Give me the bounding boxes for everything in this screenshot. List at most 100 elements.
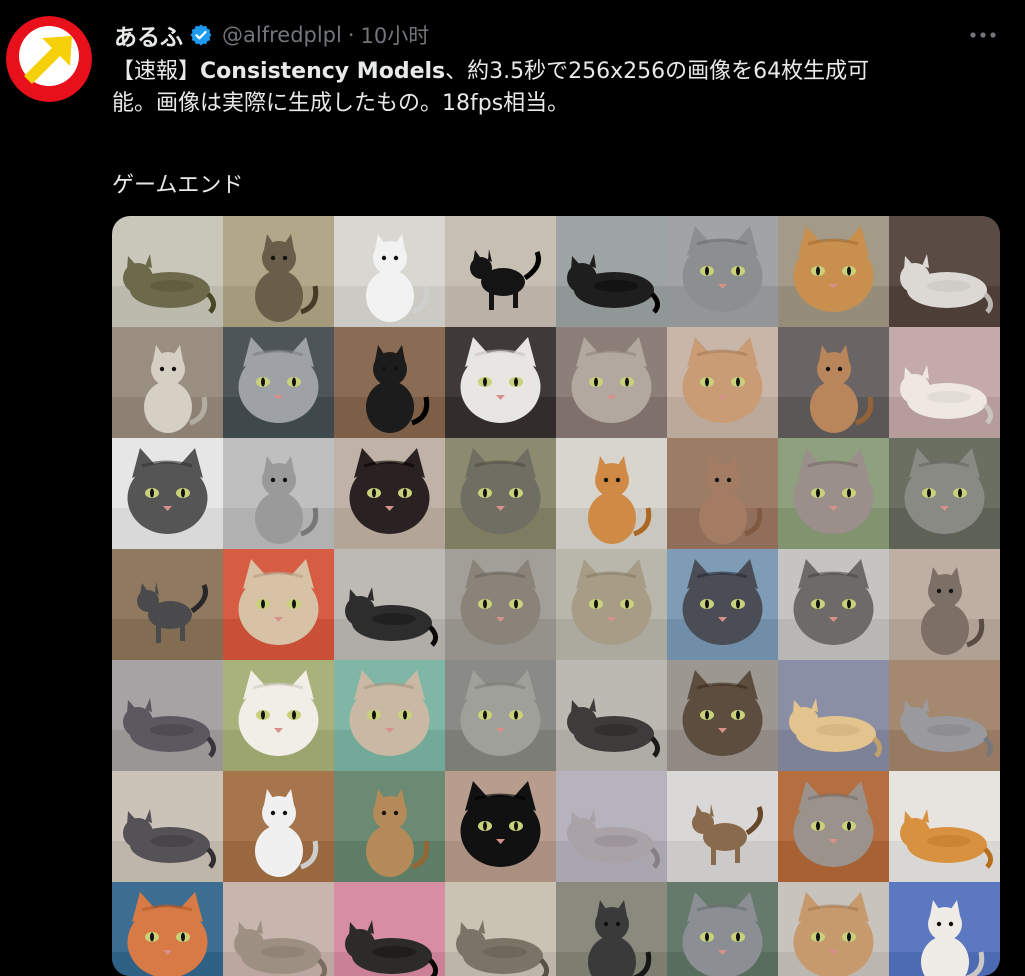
image-tile — [334, 549, 445, 660]
tweet-header: あるふ @alfredplpl · 10小时 — [114, 18, 429, 52]
cat-photo-icon — [112, 882, 223, 976]
cat-photo-icon — [889, 216, 1000, 327]
cat-photo-icon — [667, 771, 778, 882]
cat-photo-icon — [112, 438, 223, 549]
image-tile — [556, 660, 667, 771]
image-tile — [556, 438, 667, 549]
image-tile — [667, 549, 778, 660]
cat-photo-icon — [556, 216, 667, 327]
image-tile — [889, 660, 1000, 771]
image-tile — [334, 882, 445, 976]
image-tile — [778, 771, 889, 882]
image-tile — [112, 549, 223, 660]
image-tile — [889, 216, 1000, 327]
image-tile — [667, 771, 778, 882]
image-tile — [445, 771, 556, 882]
avatar[interactable] — [6, 16, 92, 102]
media-image[interactable] — [112, 216, 1000, 976]
cat-photo-icon — [556, 327, 667, 438]
image-tile — [556, 771, 667, 882]
display-name[interactable]: あるふ — [114, 18, 183, 52]
cat-photo-icon — [334, 771, 445, 882]
image-grid-icon — [112, 216, 1000, 976]
tweet-text-bold: Consistency Models — [200, 59, 446, 84]
image-tile — [112, 438, 223, 549]
image-tile — [112, 882, 223, 976]
image-tile — [778, 549, 889, 660]
tweet-text-line-1: 【速報】Consistency Models、約3.5秒で256x256の画像を… — [112, 56, 992, 88]
cat-photo-icon — [667, 327, 778, 438]
user-handle[interactable]: @alfredplpl — [222, 23, 342, 47]
image-tile — [667, 660, 778, 771]
more-horizontal-icon — [970, 32, 996, 38]
cat-photo-icon — [112, 771, 223, 882]
cat-photo-icon — [889, 327, 1000, 438]
timestamp[interactable]: 10小时 — [361, 20, 430, 50]
image-tile — [556, 216, 667, 327]
cat-photo-icon — [778, 549, 889, 660]
cat-photo-icon — [556, 660, 667, 771]
image-tile — [889, 327, 1000, 438]
cat-photo-icon — [112, 549, 223, 660]
tweet-text-prefix: 【速報】 — [112, 59, 201, 84]
cat-photo-icon — [112, 327, 223, 438]
cat-photo-icon — [445, 882, 556, 976]
image-tile — [334, 771, 445, 882]
cat-photo-icon — [556, 771, 667, 882]
image-tile — [223, 549, 334, 660]
image-tile — [223, 660, 334, 771]
image-tile — [223, 771, 334, 882]
cat-photo-icon — [334, 438, 445, 549]
image-tile — [556, 549, 667, 660]
cat-photo-icon — [223, 660, 334, 771]
image-tile — [223, 327, 334, 438]
image-tile — [889, 771, 1000, 882]
tweet-text: 【速報】Consistency Models、約3.5秒で256x256の画像を… — [112, 56, 992, 202]
image-tile — [667, 438, 778, 549]
cat-photo-icon — [778, 660, 889, 771]
tweet[interactable]: あるふ @alfredplpl · 10小时 【速報】Consistency M… — [0, 0, 1025, 976]
cat-photo-icon — [223, 771, 334, 882]
cat-photo-icon — [334, 327, 445, 438]
cat-photo-icon — [889, 771, 1000, 882]
tweet-text-rest: 、約3.5秒で256x256の画像を64枚生成可 — [445, 59, 870, 84]
cat-photo-icon — [667, 882, 778, 976]
image-tile — [778, 216, 889, 327]
image-tile — [334, 216, 445, 327]
cat-photo-icon — [889, 882, 1000, 976]
cat-photo-icon — [223, 882, 334, 976]
image-tile — [223, 216, 334, 327]
cat-photo-icon — [778, 216, 889, 327]
image-tile — [778, 660, 889, 771]
cat-photo-icon — [334, 549, 445, 660]
image-tile — [556, 327, 667, 438]
cat-photo-icon — [445, 438, 556, 549]
cat-photo-icon — [667, 660, 778, 771]
separator-dot: · — [347, 23, 355, 47]
image-tile — [112, 216, 223, 327]
cat-photo-icon — [445, 216, 556, 327]
cat-photo-icon — [223, 438, 334, 549]
image-tile — [112, 660, 223, 771]
cat-photo-icon — [445, 549, 556, 660]
image-tile — [778, 327, 889, 438]
image-tile — [778, 438, 889, 549]
tweet-text-line-3: ゲームエンド — [112, 173, 244, 198]
image-tile — [112, 327, 223, 438]
cat-photo-icon — [223, 549, 334, 660]
image-tile — [334, 327, 445, 438]
cat-photo-icon — [778, 882, 889, 976]
image-tile — [223, 438, 334, 549]
image-tile — [445, 327, 556, 438]
image-tile — [667, 882, 778, 976]
tweet-text-line-2: 能。画像は実際に生成したもの。18fps相当。 — [112, 91, 570, 116]
more-options-button[interactable] — [966, 22, 1000, 48]
image-tile — [334, 438, 445, 549]
cat-photo-icon — [778, 438, 889, 549]
cat-photo-icon — [334, 660, 445, 771]
image-tile — [445, 438, 556, 549]
image-tile — [889, 549, 1000, 660]
arrow-up-right-icon — [6, 16, 92, 102]
image-tile — [778, 882, 889, 976]
verified-badge-icon — [190, 24, 212, 46]
